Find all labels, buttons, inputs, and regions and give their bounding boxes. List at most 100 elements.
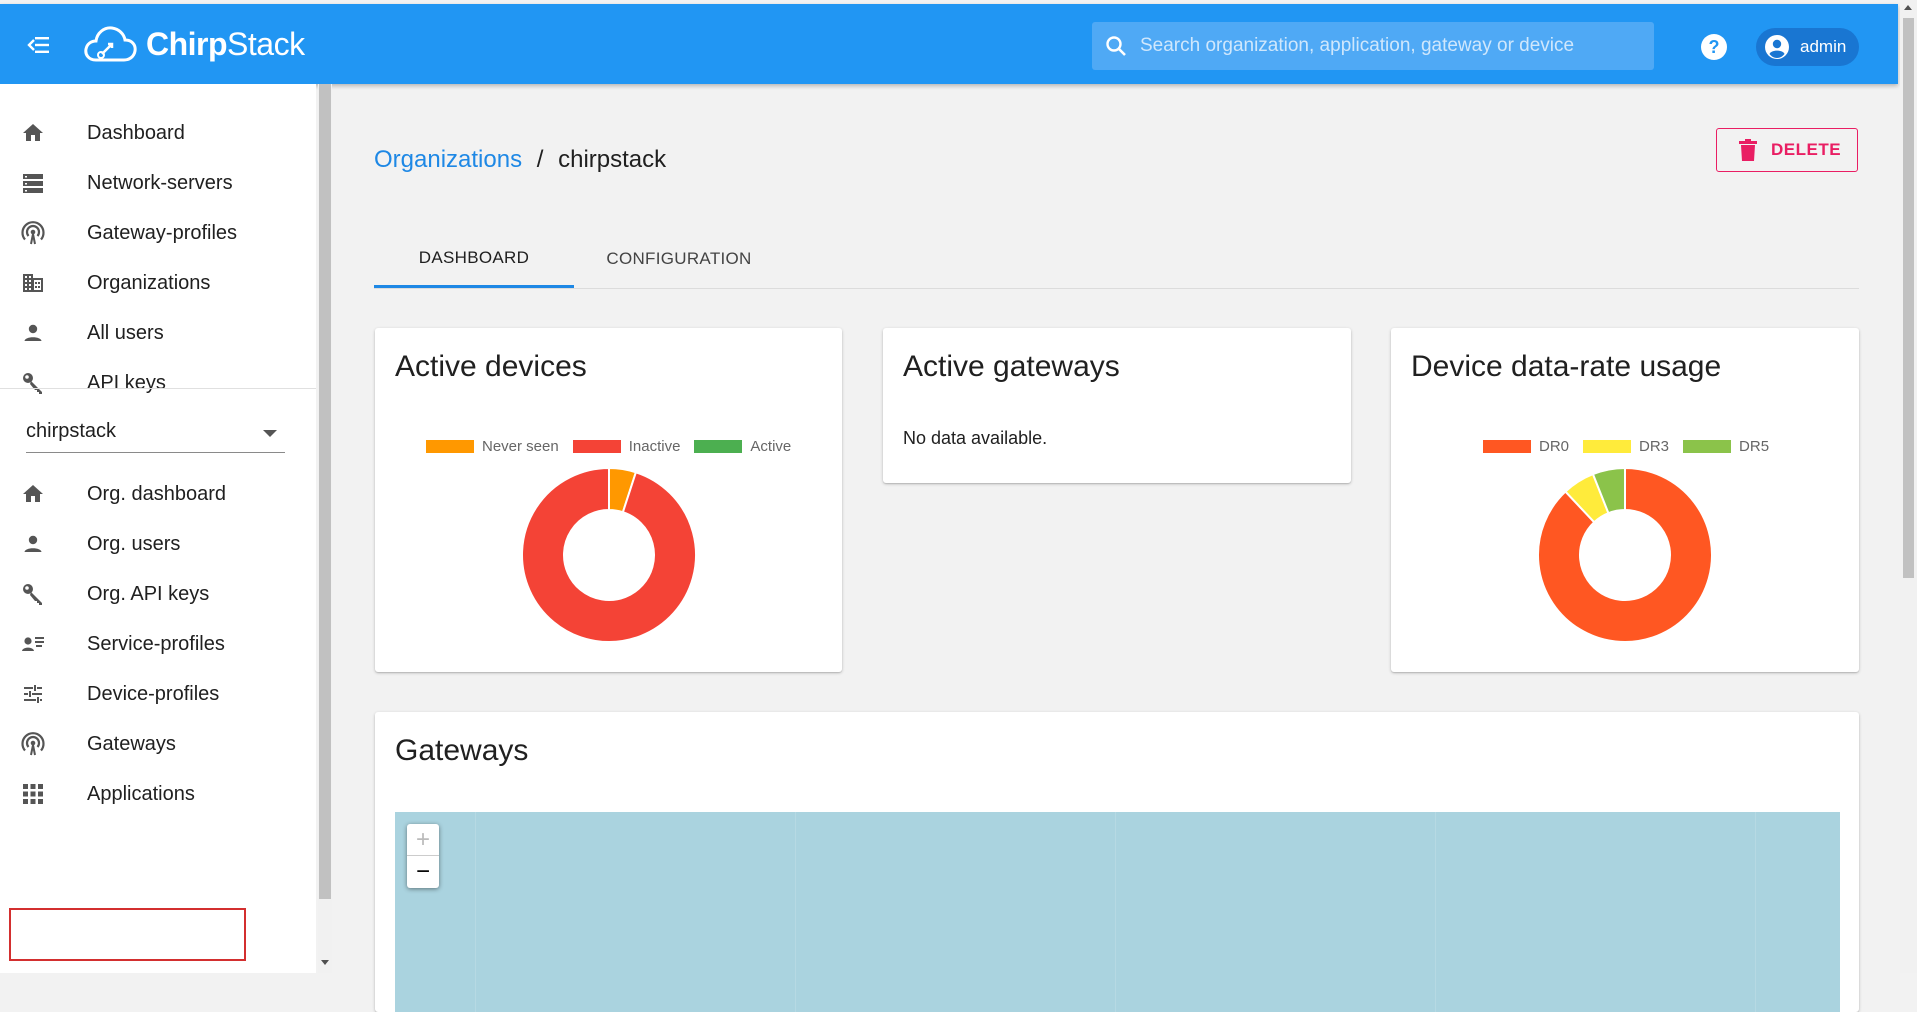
sidebar-item-org-users[interactable]: Org. users: [0, 519, 316, 569]
map-grid-line: [1755, 812, 1756, 1012]
key-icon: [20, 581, 46, 607]
search-bar[interactable]: [1092, 22, 1654, 70]
user-menu-button[interactable]: admin: [1756, 28, 1859, 66]
map-grid-line: [1115, 812, 1116, 1012]
legend-swatch: [1583, 440, 1632, 453]
cloud-logo-icon: [84, 26, 137, 62]
legend-label: DR3: [1639, 438, 1670, 455]
search-input[interactable]: [1138, 34, 1642, 58]
data-rate-donut-chart: [1537, 467, 1713, 643]
sidebar-item-all-users[interactable]: All users: [0, 308, 316, 358]
key-icon: [20, 370, 46, 396]
chart-legend: Never seen Inactive Active: [426, 438, 805, 455]
legend-label: Active: [750, 438, 792, 455]
sidebar-item-label: Dashboard: [87, 121, 185, 144]
sidebar-item-organizations[interactable]: Organizations: [0, 258, 316, 308]
page-scrollbar[interactable]: [1900, 0, 1917, 973]
scroll-down-arrow-icon[interactable]: [321, 960, 329, 965]
card-title: Active devices: [395, 350, 587, 383]
sidebar-divider: [0, 388, 316, 389]
legend-item-dr3[interactable]: DR3: [1583, 438, 1669, 455]
legend-item-dr0[interactable]: DR0: [1483, 438, 1569, 455]
legend-label: DR5: [1739, 438, 1770, 455]
sidebar: Dashboard Network-servers Gateway-profil…: [0, 84, 316, 973]
legend-swatch: [572, 440, 621, 453]
sidebar-item-network-servers[interactable]: Network-servers: [0, 158, 316, 208]
sidebar-item-label: Device-profiles: [87, 682, 220, 705]
radio-tower-icon: [20, 731, 46, 757]
zoom-out-button[interactable]: −: [407, 856, 439, 888]
scroll-up-arrow-icon[interactable]: [1904, 5, 1912, 10]
sidebar-item-gateway-profiles[interactable]: Gateway-profiles: [0, 208, 316, 258]
breadcrumb-organizations-link[interactable]: Organizations: [374, 146, 522, 173]
donut-slice-inactive[interactable]: [521, 467, 697, 643]
apps-icon: [20, 781, 46, 807]
trash-icon: [1739, 139, 1757, 161]
sidebar-item-applications[interactable]: Applications: [0, 769, 316, 819]
legend-item-dr5[interactable]: DR5: [1683, 438, 1769, 455]
app-header: ChirpStack ? admin: [0, 4, 1898, 84]
sidebar-item-device-profiles[interactable]: Device-profiles: [0, 669, 316, 719]
legend-item-active[interactable]: Active: [694, 438, 791, 455]
tab-configuration[interactable]: CONFIGURATION: [574, 230, 784, 288]
legend-swatch: [694, 440, 743, 453]
sidebar-item-label: Service-profiles: [87, 632, 225, 655]
sidebar-item-label: All users: [87, 321, 164, 344]
delete-button[interactable]: DELETE: [1716, 128, 1858, 172]
organization-select[interactable]: chirpstack: [26, 412, 285, 453]
chart-legend: DR0 DR3 DR5: [1483, 438, 1783, 455]
menu-collapse-icon[interactable]: [26, 32, 56, 58]
sidebar-item-org-api-keys[interactable]: Org. API keys: [0, 569, 316, 619]
sidebar-item-dashboard[interactable]: Dashboard: [0, 108, 316, 158]
gateways-map[interactable]: + −: [395, 812, 1840, 1012]
no-data-text: No data available.: [903, 428, 1048, 448]
legend-item-never-seen[interactable]: Never seen: [426, 438, 559, 455]
breadcrumb: Organizations / chirpstack: [374, 146, 666, 174]
map-zoom-control: + −: [407, 824, 439, 888]
sidebar-item-label: Applications: [87, 782, 195, 805]
legend-swatch: [1483, 440, 1531, 453]
sidebar-scrollbar-thumb[interactable]: [319, 84, 331, 899]
sidebar-scrollbar[interactable]: [318, 84, 332, 973]
sidebar-item-service-profiles[interactable]: Service-profiles: [0, 619, 316, 669]
server-icon: [20, 170, 46, 196]
home-icon: [20, 481, 46, 507]
page-scrollbar-thumb[interactable]: [1903, 18, 1914, 578]
sidebar-item-label: Org. dashboard: [87, 482, 226, 505]
account-details-icon: [20, 631, 46, 657]
card-title: Device data-rate usage: [1411, 350, 1722, 383]
user-name: admin: [1800, 37, 1847, 56]
gateways-map-card: Gateways + −: [375, 712, 1859, 1012]
tab-bar: DASHBOARD CONFIGURATION: [374, 230, 1859, 289]
tab-dashboard[interactable]: DASHBOARD: [374, 230, 574, 288]
account-icon: [20, 531, 46, 557]
active-devices-donut-chart: [521, 467, 697, 643]
active-devices-card: Active devices Never seen Inactive Activ…: [375, 328, 842, 672]
active-gateways-card: Active gateways No data available.: [883, 328, 1351, 483]
search-icon: [1106, 36, 1126, 56]
account-circle-icon: [1765, 35, 1789, 59]
legend-label: Inactive: [628, 438, 681, 455]
sidebar-item-api-keys[interactable]: API keys: [0, 358, 316, 408]
radio-tower-icon: [20, 220, 46, 246]
legend-label: Never seen: [482, 438, 559, 455]
sidebar-item-gateways[interactable]: Gateways: [0, 719, 316, 769]
sidebar-item-org-dashboard[interactable]: Org. dashboard: [0, 469, 316, 519]
legend-item-inactive[interactable]: Inactive: [572, 438, 681, 455]
delete-button-label: DELETE: [1771, 140, 1842, 159]
legend-swatch: [1683, 440, 1732, 453]
sidebar-item-label: Gateway-profiles: [87, 221, 238, 244]
chirpstack-logo[interactable]: ChirpStack: [82, 22, 305, 66]
domain-icon: [20, 270, 46, 296]
home-icon: [20, 120, 46, 146]
sidebar-item-label: Network-servers: [87, 171, 233, 194]
breadcrumb-current: chirpstack: [558, 146, 667, 173]
sidebar-item-label: Org. API keys: [87, 582, 210, 605]
zoom-in-button[interactable]: +: [407, 824, 439, 856]
account-icon: [20, 320, 46, 346]
sidebar-item-label: Gateways: [87, 732, 176, 755]
map-grid-line: [1435, 812, 1436, 1012]
chevron-down-icon: [263, 430, 277, 437]
help-icon[interactable]: ?: [1700, 33, 1728, 61]
sidebar-item-label: API keys: [87, 371, 166, 394]
